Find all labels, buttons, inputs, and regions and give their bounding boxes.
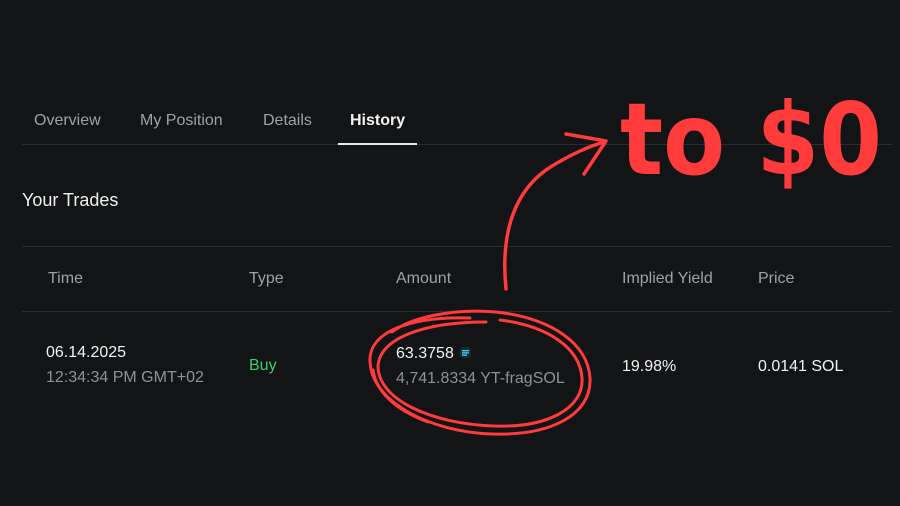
token-icon bbox=[459, 347, 471, 359]
tab-details[interactable]: Details bbox=[263, 100, 312, 144]
tab-history[interactable]: History bbox=[337, 100, 418, 145]
trade-amount: 63.3758 bbox=[396, 345, 471, 363]
trade-type-badge: Buy bbox=[249, 357, 277, 374]
column-header-type: Type bbox=[249, 270, 284, 287]
tab-bar: Overview My Position Details History bbox=[22, 100, 892, 145]
trade-amount-value: 63.3758 bbox=[396, 345, 454, 362]
trade-date: 06.14.2025 bbox=[46, 344, 127, 361]
tab-overview[interactable]: Overview bbox=[34, 100, 101, 144]
app-root: Overview My Position Details History You… bbox=[0, 0, 900, 506]
annotation-arrow bbox=[503, 132, 608, 291]
column-header-time: Time bbox=[48, 270, 83, 287]
trade-implied-yield: 19.98% bbox=[622, 358, 677, 375]
trade-amount-secondary: 4,741.8334 YT-fragSOL bbox=[396, 370, 565, 387]
trade-time: 12:34:34 PM GMT+02 bbox=[46, 369, 204, 386]
column-header-price: Price bbox=[758, 270, 795, 287]
tab-my-position[interactable]: My Position bbox=[140, 100, 223, 144]
table-top-divider bbox=[22, 246, 892, 247]
section-title: Your Trades bbox=[22, 190, 119, 210]
table-header-divider bbox=[22, 311, 892, 312]
trade-price: 0.0141 SOL bbox=[758, 358, 844, 375]
column-header-amount: Amount bbox=[396, 270, 452, 287]
annotation-overlay: to $0 bbox=[368, 81, 882, 436]
column-header-implied-yield: Implied Yield bbox=[622, 270, 713, 287]
